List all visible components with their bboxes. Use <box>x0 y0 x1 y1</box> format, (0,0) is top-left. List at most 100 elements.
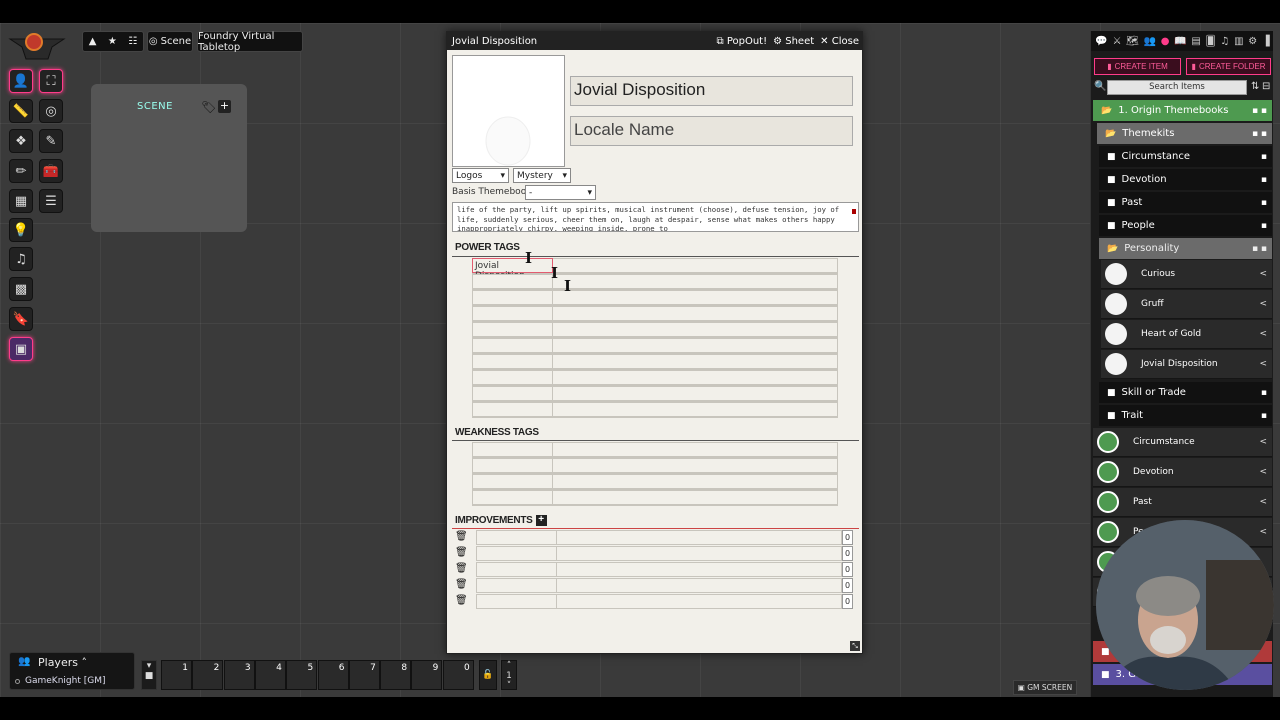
items-icon[interactable]: ● <box>1161 36 1170 47</box>
share-icon[interactable]: < <box>1259 467 1267 477</box>
measure-controls-button[interactable]: 📏 <box>9 99 33 123</box>
notes-controls-button[interactable]: 🔖 <box>9 307 33 331</box>
weakness-tag-question-input[interactable] <box>553 490 838 505</box>
folder-controls-icon[interactable]: ▪ <box>1261 175 1267 185</box>
hotbar-slot[interactable]: 3 <box>223 660 255 690</box>
journal-icon[interactable]: 📖 <box>1174 36 1186 47</box>
scenes-icon[interactable]: 🗺 <box>1126 36 1139 47</box>
power-tag-question-input[interactable] <box>553 370 838 385</box>
scene-navigation-tab[interactable]: ◎ Scene <box>147 31 193 52</box>
toolbox-button[interactable]: 🧰 <box>39 159 63 183</box>
token-controls-button[interactable]: 👤 <box>9 69 33 93</box>
select-tool-button[interactable]: ⛶ <box>39 69 63 93</box>
close-button[interactable]: ✕ Close <box>820 36 859 47</box>
improvement-description-input[interactable] <box>557 594 842 609</box>
improvement-uses-input[interactable]: 0 <box>842 546 853 561</box>
power-tag-name-input[interactable] <box>472 386 553 401</box>
weakness-tag-name-input[interactable] <box>472 474 553 489</box>
improvement-name-input[interactable] <box>476 562 557 577</box>
players-panel[interactable]: 👥 Players ˄ GameKnight [GM] <box>9 652 135 690</box>
folder-trait[interactable]: ■ Trait ▪ <box>1099 405 1272 426</box>
power-tag-question-input[interactable] <box>553 258 838 273</box>
folder-controls-icon[interactable]: ▪ ▪ <box>1252 244 1267 254</box>
hotbar-slot[interactable]: 9 <box>411 660 443 690</box>
lock-hotbar-button[interactable]: 🔓 <box>479 660 497 690</box>
folder-personality[interactable]: 📂 Personality ▪ ▪ <box>1099 238 1272 259</box>
add-improvement-button[interactable]: + <box>535 515 547 526</box>
collapse-icon[interactable]: ▲ <box>89 36 97 47</box>
weakness-tag-question-input[interactable] <box>553 474 838 489</box>
hotbar-slot[interactable]: 7 <box>348 660 380 690</box>
combat-icon[interactable]: ⚔ <box>1113 36 1122 47</box>
sort-icon[interactable]: ⇅ <box>1251 81 1259 92</box>
scene-panel[interactable]: SCENE 🏷 + <box>91 84 247 232</box>
gm-screen-button[interactable]: ▣ GM SCREEN <box>1013 680 1077 695</box>
list-item[interactable]: Heart of Gold < <box>1101 320 1272 349</box>
folder-controls-icon[interactable]: ▪ ▪ <box>1252 106 1267 116</box>
compendium-icon[interactable]: ▥ <box>1234 36 1243 47</box>
power-tag-question-input[interactable] <box>553 354 838 369</box>
list-item[interactable]: Gruff < <box>1101 290 1272 319</box>
trash-icon[interactable]: 🗑 <box>455 579 468 590</box>
power-tag-question-input[interactable] <box>553 290 838 305</box>
list-item[interactable]: Past < <box>1093 488 1272 517</box>
folder-controls-icon[interactable]: ▪ <box>1261 221 1267 231</box>
hotbar-slot[interactable]: 8 <box>380 660 412 690</box>
power-tag-question-input[interactable] <box>553 274 838 289</box>
foundry-logo[interactable] <box>8 31 66 61</box>
folder-people[interactable]: ■ People ▪ <box>1099 215 1272 236</box>
share-icon[interactable]: < <box>1259 527 1267 537</box>
folder-circumstance[interactable]: ■ Circumstance ▪ <box>1099 146 1272 167</box>
settings-icon[interactable]: ⚙ <box>1248 36 1257 47</box>
power-tag-name-input[interactable]: Jovial Disposition <box>472 258 553 281</box>
weakness-tag-question-input[interactable] <box>553 458 838 473</box>
power-tag-name-input[interactable] <box>472 290 553 305</box>
hotbar-page-control[interactable]: ˄ 1 ˅ <box>501 660 517 691</box>
improvement-name-input[interactable] <box>476 530 557 545</box>
trash-icon[interactable]: 🗑 <box>455 595 468 606</box>
weakness-tag-name-input[interactable] <box>472 490 553 505</box>
create-folder-button[interactable]: ▮ CREATE FOLDER <box>1186 58 1271 75</box>
resize-handle-icon[interactable]: ⤡ <box>850 641 860 651</box>
cards-icon[interactable]: 🂠 <box>1205 36 1215 47</box>
power-tag-name-input[interactable] <box>472 354 553 369</box>
sounds-controls-button[interactable]: ♫ <box>9 247 33 271</box>
share-icon[interactable]: < <box>1259 497 1267 507</box>
locale-input[interactable]: Locale Name <box>570 116 853 146</box>
star-icon[interactable]: ★ <box>108 36 117 47</box>
chevron-down-icon[interactable]: ˅ <box>502 681 516 691</box>
actors-icon[interactable]: 👥 <box>1144 36 1156 47</box>
power-tag-name-input[interactable] <box>472 274 553 289</box>
improvement-name-input[interactable] <box>476 546 557 561</box>
collapse-sidebar-icon[interactable]: ▐ <box>1262 36 1270 47</box>
tables-icon[interactable]: ▤ <box>1191 36 1200 47</box>
improvement-uses-input[interactable]: 0 <box>842 530 853 545</box>
share-icon[interactable]: < <box>1259 299 1267 309</box>
sheet-config-button[interactable]: ⚙ Sheet <box>773 36 814 47</box>
power-tag-question-input[interactable] <box>553 386 838 401</box>
power-tag-name-input[interactable] <box>472 338 553 353</box>
power-tag-question-input[interactable] <box>553 322 838 337</box>
popout-button[interactable]: ⧉ PopOut! <box>716 36 767 47</box>
power-tag-name-input[interactable] <box>472 322 553 337</box>
lighting-controls-button[interactable]: 💡 <box>9 218 33 242</box>
folder-devotion[interactable]: ■ Devotion ▪ <box>1099 169 1272 190</box>
sitemap-icon[interactable]: ☷ <box>128 36 137 47</box>
power-tag-name-input[interactable] <box>472 306 553 321</box>
name-input[interactable]: Jovial Disposition <box>570 76 853 106</box>
scrollbar[interactable] <box>852 209 856 214</box>
tag-icon[interactable]: 🏷 <box>201 100 216 114</box>
power-tag-question-input[interactable] <box>553 306 838 321</box>
add-scene-button[interactable]: + <box>218 100 231 113</box>
power-tag-question-input[interactable] <box>553 338 838 353</box>
walls-controls-button[interactable]: ▦ <box>9 189 33 213</box>
regions-controls-button[interactable]: ▩ <box>9 277 33 301</box>
ruler-tool-button[interactable]: ✎ <box>39 129 63 153</box>
trash-icon[interactable]: 🗑 <box>455 563 468 574</box>
list-item[interactable]: Jovial Disposition < <box>1101 350 1272 379</box>
folder-icon[interactable]: ■ <box>142 671 156 681</box>
list-tool-button[interactable]: ☰ <box>39 189 63 213</box>
folder-skill-or-trade[interactable]: ■ Skill or Trade ▪ <box>1099 382 1272 403</box>
improvement-description-input[interactable] <box>557 562 842 577</box>
folder-controls-icon[interactable]: ▪ <box>1261 388 1267 398</box>
